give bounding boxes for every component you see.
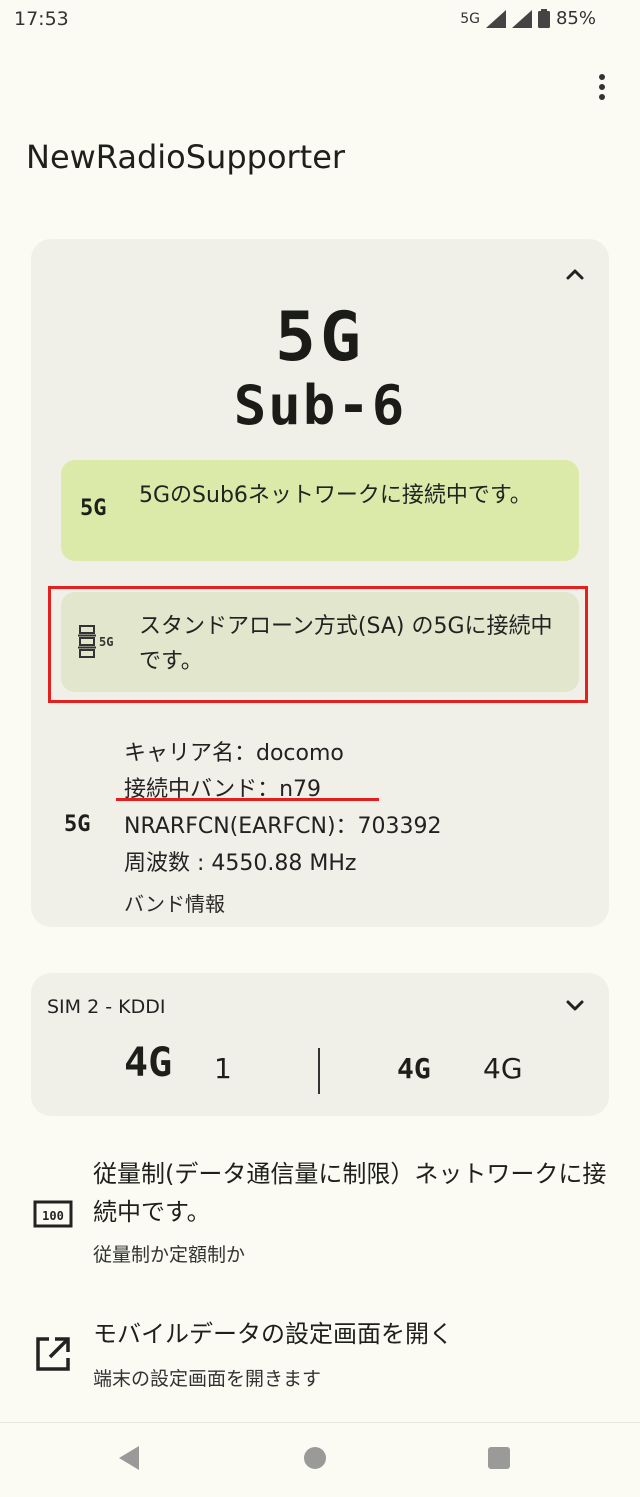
sim2-network-value: 1 xyxy=(214,1052,232,1085)
network-type-large: 5G xyxy=(275,298,365,377)
sim2-title: SIM 2 - KDDI xyxy=(47,996,166,1018)
metered-subtitle: 従量制か定額制か xyxy=(93,1244,246,1266)
status-time: 17:53 xyxy=(14,8,69,30)
chevron-up-icon[interactable] xyxy=(561,260,589,288)
signal-icon xyxy=(511,9,532,28)
5g-icon: 5G xyxy=(80,496,107,521)
recents-icon[interactable] xyxy=(488,1447,510,1469)
signal-icon xyxy=(485,9,506,28)
home-icon[interactable] xyxy=(304,1447,326,1469)
app-title: NewRadioSupporter xyxy=(26,138,346,176)
network-type-label: 5G xyxy=(460,10,480,27)
connection-status-text: 5GのSub6ネットワークに接続中です。 xyxy=(139,483,532,508)
network-band-large: Sub-6 xyxy=(233,374,407,437)
battery-icon xyxy=(537,9,550,28)
sim2-network-type: 4G xyxy=(124,1040,173,1086)
sa-status-text: スタンドアローン方式(SA) の5Gに接続中です。 xyxy=(139,614,553,674)
chevron-down-icon[interactable] xyxy=(561,992,589,1020)
metered-icon: 100 xyxy=(33,1200,73,1228)
battery-percent: 85% xyxy=(555,8,596,29)
nrarfcn-value: NRARFCN(EARFCN)：703392 xyxy=(124,814,442,839)
divider xyxy=(318,1048,320,1094)
svg-text:5G: 5G xyxy=(99,635,113,649)
svg-text:100: 100 xyxy=(42,1209,64,1223)
mobile-data-settings-title: モバイルデータの設定画面を開く xyxy=(93,1320,453,1348)
band-info-link[interactable]: バンド情報 xyxy=(124,888,225,917)
mobile-data-settings-subtitle: 端末の設定画面を開きます xyxy=(93,1368,322,1390)
sim2-card[interactable] xyxy=(31,973,609,1116)
sim2-override-type: 4G xyxy=(397,1052,431,1085)
standalone-5g-icon: 5G xyxy=(78,625,113,658)
sim2-override-value: 4G xyxy=(483,1052,523,1085)
carrier-name: キャリア名：docomo xyxy=(124,741,344,766)
back-icon[interactable] xyxy=(117,1445,141,1471)
status-icons: 5G 85% xyxy=(460,8,596,29)
5g-icon: 5G xyxy=(64,812,91,837)
frequency-value: 周波数 : 4550.88 MHz xyxy=(124,851,357,876)
band-underline xyxy=(116,798,379,801)
overflow-menu-icon[interactable] xyxy=(590,72,614,102)
open-in-new-icon xyxy=(36,1337,70,1371)
metered-title: 従量制(データ通信量に制限）ネットワークに接続中です。 xyxy=(93,1160,607,1226)
